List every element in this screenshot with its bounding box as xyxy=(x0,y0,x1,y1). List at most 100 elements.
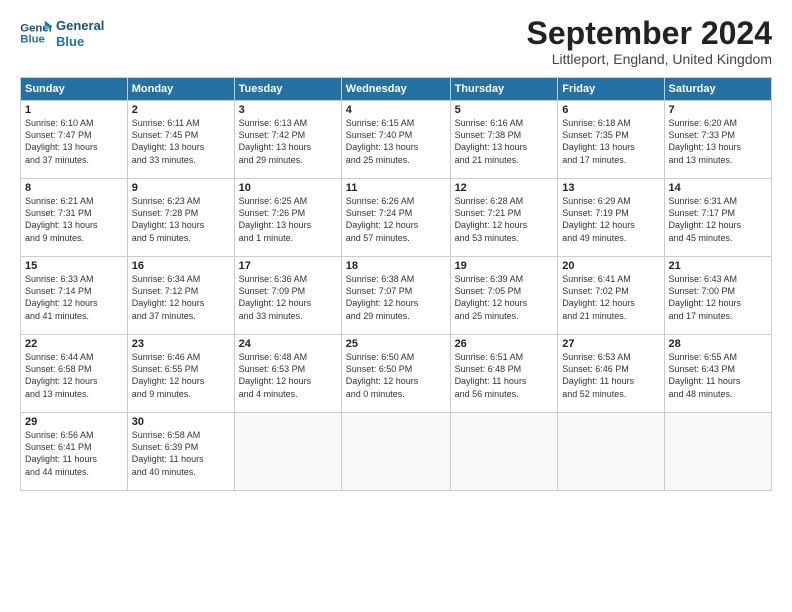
col-sunday: Sunday xyxy=(21,78,128,101)
day-info: Sunrise: 6:21 AM Sunset: 7:31 PM Dayligh… xyxy=(25,195,123,244)
calendar-cell: 9Sunrise: 6:23 AM Sunset: 7:28 PM Daylig… xyxy=(127,179,234,257)
day-info: Sunrise: 6:26 AM Sunset: 7:24 PM Dayligh… xyxy=(346,195,446,244)
header: General Blue General Blue September 2024… xyxy=(20,16,772,67)
calendar-cell: 13Sunrise: 6:29 AM Sunset: 7:19 PM Dayli… xyxy=(558,179,664,257)
calendar-cell: 19Sunrise: 6:39 AM Sunset: 7:05 PM Dayli… xyxy=(450,257,558,335)
day-info: Sunrise: 6:46 AM Sunset: 6:55 PM Dayligh… xyxy=(132,351,230,400)
logo-blue: Blue xyxy=(56,34,104,50)
calendar-cell: 25Sunrise: 6:50 AM Sunset: 6:50 PM Dayli… xyxy=(341,335,450,413)
day-number: 1 xyxy=(25,104,123,116)
logo-icon: General Blue xyxy=(20,19,52,47)
svg-text:Blue: Blue xyxy=(20,33,45,45)
calendar-cell xyxy=(234,413,341,491)
day-info: Sunrise: 6:50 AM Sunset: 6:50 PM Dayligh… xyxy=(346,351,446,400)
calendar-cell: 11Sunrise: 6:26 AM Sunset: 7:24 PM Dayli… xyxy=(341,179,450,257)
calendar-cell: 12Sunrise: 6:28 AM Sunset: 7:21 PM Dayli… xyxy=(450,179,558,257)
calendar-cell xyxy=(341,413,450,491)
day-info: Sunrise: 6:29 AM Sunset: 7:19 PM Dayligh… xyxy=(562,195,659,244)
calendar-week-row: 15Sunrise: 6:33 AM Sunset: 7:14 PM Dayli… xyxy=(21,257,772,335)
day-number: 5 xyxy=(455,104,554,116)
calendar-cell: 1Sunrise: 6:10 AM Sunset: 7:47 PM Daylig… xyxy=(21,101,128,179)
day-number: 14 xyxy=(669,182,767,194)
day-number: 26 xyxy=(455,338,554,350)
day-info: Sunrise: 6:34 AM Sunset: 7:12 PM Dayligh… xyxy=(132,273,230,322)
day-number: 2 xyxy=(132,104,230,116)
day-info: Sunrise: 6:25 AM Sunset: 7:26 PM Dayligh… xyxy=(239,195,337,244)
calendar-cell: 10Sunrise: 6:25 AM Sunset: 7:26 PM Dayli… xyxy=(234,179,341,257)
calendar-cell xyxy=(558,413,664,491)
calendar-cell: 6Sunrise: 6:18 AM Sunset: 7:35 PM Daylig… xyxy=(558,101,664,179)
calendar-cell: 29Sunrise: 6:56 AM Sunset: 6:41 PM Dayli… xyxy=(21,413,128,491)
day-number: 6 xyxy=(562,104,659,116)
calendar-cell: 27Sunrise: 6:53 AM Sunset: 6:46 PM Dayli… xyxy=(558,335,664,413)
calendar-cell: 24Sunrise: 6:48 AM Sunset: 6:53 PM Dayli… xyxy=(234,335,341,413)
day-number: 9 xyxy=(132,182,230,194)
day-number: 24 xyxy=(239,338,337,350)
day-number: 27 xyxy=(562,338,659,350)
day-number: 29 xyxy=(25,416,123,428)
day-number: 12 xyxy=(455,182,554,194)
calendar-cell: 16Sunrise: 6:34 AM Sunset: 7:12 PM Dayli… xyxy=(127,257,234,335)
month-title: September 2024 xyxy=(527,16,772,51)
calendar-week-row: 29Sunrise: 6:56 AM Sunset: 6:41 PM Dayli… xyxy=(21,413,772,491)
day-info: Sunrise: 6:13 AM Sunset: 7:42 PM Dayligh… xyxy=(239,117,337,166)
calendar-header-row: Sunday Monday Tuesday Wednesday Thursday… xyxy=(21,78,772,101)
day-number: 10 xyxy=(239,182,337,194)
day-number: 15 xyxy=(25,260,123,272)
col-thursday: Thursday xyxy=(450,78,558,101)
calendar-cell: 8Sunrise: 6:21 AM Sunset: 7:31 PM Daylig… xyxy=(21,179,128,257)
calendar-cell: 20Sunrise: 6:41 AM Sunset: 7:02 PM Dayli… xyxy=(558,257,664,335)
calendar-cell: 3Sunrise: 6:13 AM Sunset: 7:42 PM Daylig… xyxy=(234,101,341,179)
calendar-cell: 22Sunrise: 6:44 AM Sunset: 6:58 PM Dayli… xyxy=(21,335,128,413)
day-number: 21 xyxy=(669,260,767,272)
day-info: Sunrise: 6:18 AM Sunset: 7:35 PM Dayligh… xyxy=(562,117,659,166)
day-info: Sunrise: 6:44 AM Sunset: 6:58 PM Dayligh… xyxy=(25,351,123,400)
day-info: Sunrise: 6:38 AM Sunset: 7:07 PM Dayligh… xyxy=(346,273,446,322)
day-info: Sunrise: 6:28 AM Sunset: 7:21 PM Dayligh… xyxy=(455,195,554,244)
day-info: Sunrise: 6:48 AM Sunset: 6:53 PM Dayligh… xyxy=(239,351,337,400)
calendar-cell: 2Sunrise: 6:11 AM Sunset: 7:45 PM Daylig… xyxy=(127,101,234,179)
day-info: Sunrise: 6:39 AM Sunset: 7:05 PM Dayligh… xyxy=(455,273,554,322)
day-info: Sunrise: 6:53 AM Sunset: 6:46 PM Dayligh… xyxy=(562,351,659,400)
logo-general: General xyxy=(56,18,104,34)
day-number: 11 xyxy=(346,182,446,194)
calendar: Sunday Monday Tuesday Wednesday Thursday… xyxy=(20,77,772,491)
calendar-cell: 17Sunrise: 6:36 AM Sunset: 7:09 PM Dayli… xyxy=(234,257,341,335)
day-number: 20 xyxy=(562,260,659,272)
calendar-cell: 26Sunrise: 6:51 AM Sunset: 6:48 PM Dayli… xyxy=(450,335,558,413)
day-info: Sunrise: 6:58 AM Sunset: 6:39 PM Dayligh… xyxy=(132,429,230,478)
calendar-cell: 18Sunrise: 6:38 AM Sunset: 7:07 PM Dayli… xyxy=(341,257,450,335)
day-info: Sunrise: 6:33 AM Sunset: 7:14 PM Dayligh… xyxy=(25,273,123,322)
calendar-cell: 30Sunrise: 6:58 AM Sunset: 6:39 PM Dayli… xyxy=(127,413,234,491)
day-number: 17 xyxy=(239,260,337,272)
day-info: Sunrise: 6:51 AM Sunset: 6:48 PM Dayligh… xyxy=(455,351,554,400)
calendar-week-row: 1Sunrise: 6:10 AM Sunset: 7:47 PM Daylig… xyxy=(21,101,772,179)
page: General Blue General Blue September 2024… xyxy=(0,0,792,612)
day-info: Sunrise: 6:23 AM Sunset: 7:28 PM Dayligh… xyxy=(132,195,230,244)
calendar-cell: 28Sunrise: 6:55 AM Sunset: 6:43 PM Dayli… xyxy=(664,335,771,413)
day-info: Sunrise: 6:56 AM Sunset: 6:41 PM Dayligh… xyxy=(25,429,123,478)
day-number: 28 xyxy=(669,338,767,350)
day-number: 7 xyxy=(669,104,767,116)
day-info: Sunrise: 6:10 AM Sunset: 7:47 PM Dayligh… xyxy=(25,117,123,166)
day-number: 4 xyxy=(346,104,446,116)
day-info: Sunrise: 6:55 AM Sunset: 6:43 PM Dayligh… xyxy=(669,351,767,400)
calendar-cell: 5Sunrise: 6:16 AM Sunset: 7:38 PM Daylig… xyxy=(450,101,558,179)
calendar-week-row: 8Sunrise: 6:21 AM Sunset: 7:31 PM Daylig… xyxy=(21,179,772,257)
logo: General Blue General Blue xyxy=(20,16,104,49)
calendar-cell: 23Sunrise: 6:46 AM Sunset: 6:55 PM Dayli… xyxy=(127,335,234,413)
calendar-cell: 14Sunrise: 6:31 AM Sunset: 7:17 PM Dayli… xyxy=(664,179,771,257)
calendar-cell: 15Sunrise: 6:33 AM Sunset: 7:14 PM Dayli… xyxy=(21,257,128,335)
day-number: 30 xyxy=(132,416,230,428)
col-tuesday: Tuesday xyxy=(234,78,341,101)
location: Littleport, England, United Kingdom xyxy=(527,51,772,67)
col-wednesday: Wednesday xyxy=(341,78,450,101)
day-info: Sunrise: 6:43 AM Sunset: 7:00 PM Dayligh… xyxy=(669,273,767,322)
day-info: Sunrise: 6:41 AM Sunset: 7:02 PM Dayligh… xyxy=(562,273,659,322)
day-info: Sunrise: 6:36 AM Sunset: 7:09 PM Dayligh… xyxy=(239,273,337,322)
day-info: Sunrise: 6:20 AM Sunset: 7:33 PM Dayligh… xyxy=(669,117,767,166)
day-number: 16 xyxy=(132,260,230,272)
day-info: Sunrise: 6:11 AM Sunset: 7:45 PM Dayligh… xyxy=(132,117,230,166)
title-block: September 2024 Littleport, England, Unit… xyxy=(527,16,772,67)
calendar-cell: 4Sunrise: 6:15 AM Sunset: 7:40 PM Daylig… xyxy=(341,101,450,179)
